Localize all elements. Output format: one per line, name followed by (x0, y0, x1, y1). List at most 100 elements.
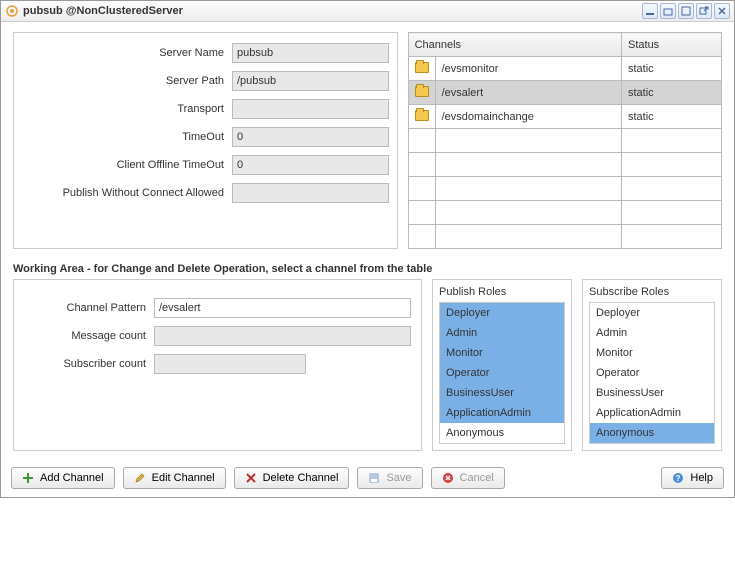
publish-allowed-field[interactable] (232, 183, 389, 203)
working-area-panel: Channel Pattern Message count Subscriber… (13, 279, 422, 451)
client-timeout-label: Client Offline TimeOut (22, 159, 232, 171)
help-button[interactable]: ? Help (661, 467, 724, 489)
channel-name-cell: /evsmonitor (435, 57, 621, 81)
subscriber-count-label: Subscriber count (24, 358, 154, 370)
add-channel-label: Add Channel (40, 472, 104, 484)
save-icon (368, 472, 380, 484)
channel-icon-cell (408, 177, 435, 201)
server-form-panel: Server Name Server Path Transport TimeOu… (13, 32, 398, 249)
server-path-field[interactable] (232, 71, 389, 91)
role-item[interactable]: Anonymous (590, 423, 714, 443)
edit-channel-button[interactable]: Edit Channel (123, 467, 226, 489)
channel-status-cell (622, 153, 722, 177)
channel-pattern-field[interactable] (154, 298, 411, 318)
table-row[interactable]: /evsmonitorstatic (408, 57, 721, 81)
minimize-button[interactable] (642, 3, 658, 19)
restore-button[interactable] (660, 3, 676, 19)
channel-status-cell: static (622, 57, 722, 81)
publish-roles-list: DeployerAdminMonitorOperatorBusinessUser… (439, 302, 565, 444)
subscribe-roles-list: DeployerAdminMonitorOperatorBusinessUser… (589, 302, 715, 444)
channel-icon-cell (408, 225, 435, 249)
cancel-button[interactable]: Cancel (431, 467, 505, 489)
subscribe-roles-title: Subscribe Roles (589, 286, 715, 298)
transport-label: Transport (22, 103, 232, 115)
channel-status-cell (622, 177, 722, 201)
channel-name-cell (435, 201, 621, 225)
maximize-button[interactable] (678, 3, 694, 19)
channel-status-cell (622, 129, 722, 153)
channel-status-cell: static (622, 105, 722, 129)
edit-icon (134, 472, 146, 484)
folder-icon (415, 86, 429, 97)
role-item[interactable]: Monitor (590, 343, 714, 363)
save-label: Save (386, 472, 411, 484)
add-channel-button[interactable]: Add Channel (11, 467, 115, 489)
close-button[interactable] (714, 3, 730, 19)
svg-text:?: ? (676, 474, 681, 483)
channel-pattern-label: Channel Pattern (24, 302, 154, 314)
table-row[interactable] (408, 177, 721, 201)
timeout-field[interactable] (232, 127, 389, 147)
server-name-field[interactable] (232, 43, 389, 63)
role-item[interactable]: BusinessUser (590, 383, 714, 403)
channel-name-cell: /evsdomainchange (435, 105, 621, 129)
role-item[interactable]: Operator (440, 363, 564, 383)
window-icon (5, 4, 19, 18)
add-icon (22, 472, 34, 484)
role-item[interactable]: Deployer (590, 303, 714, 323)
channel-name-cell (435, 177, 621, 201)
delete-channel-label: Delete Channel (263, 472, 339, 484)
status-header[interactable]: Status (622, 33, 722, 57)
working-area-heading: Working Area - for Change and Delete Ope… (13, 263, 722, 275)
folder-icon (415, 110, 429, 121)
table-row[interactable] (408, 153, 721, 177)
toolbar: Add Channel Edit Channel Delete Channel … (1, 459, 734, 497)
channel-icon-cell (408, 129, 435, 153)
role-item[interactable]: Admin (440, 323, 564, 343)
channel-icon-cell (408, 201, 435, 225)
server-path-label: Server Path (22, 75, 232, 87)
channel-name-cell (435, 129, 621, 153)
channel-status-cell (622, 225, 722, 249)
subscribe-roles-panel: Subscribe Roles DeployerAdminMonitorOper… (582, 279, 722, 451)
role-item[interactable]: Monitor (440, 343, 564, 363)
channel-name-cell: /evsalert (435, 81, 621, 105)
role-item[interactable]: Deployer (440, 303, 564, 323)
table-row[interactable] (408, 201, 721, 225)
role-item[interactable]: Admin (590, 323, 714, 343)
pubsub-window: pubsub @NonClusteredServer Server Name S… (0, 0, 735, 498)
role-item[interactable]: ApplicationAdmin (440, 403, 564, 423)
channel-status-cell (622, 201, 722, 225)
channel-icon-cell (408, 153, 435, 177)
message-count-field[interactable] (154, 326, 411, 346)
role-item[interactable]: ApplicationAdmin (590, 403, 714, 423)
server-name-label: Server Name (22, 47, 232, 59)
channels-table: Channels Status /evsmonitorstatic/evsale… (408, 32, 722, 249)
table-row[interactable] (408, 225, 721, 249)
table-row[interactable]: /evsdomainchangestatic (408, 105, 721, 129)
publish-allowed-label: Publish Without Connect Allowed (22, 187, 232, 199)
role-item[interactable]: Operator (590, 363, 714, 383)
table-row[interactable]: /evsalertstatic (408, 81, 721, 105)
timeout-label: TimeOut (22, 131, 232, 143)
role-item[interactable]: BusinessUser (440, 383, 564, 403)
message-count-label: Message count (24, 330, 154, 342)
delete-icon (245, 472, 257, 484)
publish-roles-panel: Publish Roles DeployerAdminMonitorOperat… (432, 279, 572, 451)
subscriber-count-field[interactable] (154, 354, 306, 374)
channel-icon-cell (408, 105, 435, 129)
window-title: pubsub @NonClusteredServer (23, 5, 642, 17)
help-icon: ? (672, 472, 684, 484)
save-button[interactable]: Save (357, 467, 422, 489)
role-item[interactable]: Anonymous (440, 423, 564, 443)
edit-channel-label: Edit Channel (152, 472, 215, 484)
channels-header[interactable]: Channels (408, 33, 621, 57)
client-timeout-field[interactable] (232, 155, 389, 175)
channel-status-cell: static (622, 81, 722, 105)
table-row[interactable] (408, 129, 721, 153)
transport-field[interactable] (232, 99, 389, 119)
channel-icon-cell (408, 57, 435, 81)
folder-icon (415, 62, 429, 73)
delete-channel-button[interactable]: Delete Channel (234, 467, 350, 489)
detach-button[interactable] (696, 3, 712, 19)
